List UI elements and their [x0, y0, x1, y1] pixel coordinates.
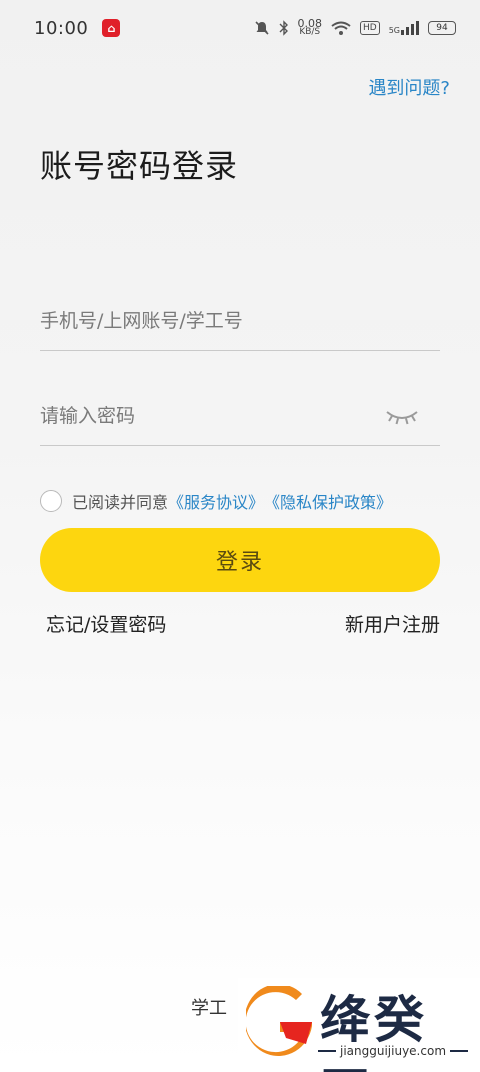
eye-closed-icon[interactable]	[384, 404, 420, 428]
network-type-label: 5G	[388, 26, 400, 35]
footer-text: 学工	[191, 998, 227, 1019]
cellular-signal: 5G	[389, 21, 419, 35]
watermark-url: jiangguijiuye.com	[340, 1044, 447, 1058]
agreement-checkbox[interactable]	[40, 490, 62, 512]
status-bar: 10:00 ⌂ 0.08 KB/S HD 5G 94	[0, 0, 480, 56]
privacy-policy-link[interactable]: 《隐私保护政策》	[264, 489, 392, 513]
battery-level: 94	[436, 23, 448, 33]
watermark: 绛癸网 jiangguijiuye.com	[238, 978, 480, 1072]
signal-bars-icon	[401, 21, 419, 35]
agreement-prefix: 已阅读并同意	[72, 493, 169, 512]
help-link[interactable]: 遇到问题?	[368, 74, 450, 100]
account-field-container	[40, 291, 440, 351]
forgot-password-link[interactable]: 忘记/设置密码	[46, 610, 166, 637]
account-input[interactable]	[40, 309, 440, 332]
net-speed: 0.08 KB/S	[298, 18, 323, 37]
status-time: 10:00	[34, 17, 89, 39]
watermark-logo-icon	[246, 986, 312, 1056]
register-link[interactable]: 新用户注册	[345, 610, 440, 637]
password-input[interactable]	[40, 404, 440, 427]
password-field-container	[40, 386, 440, 446]
login-button[interactable]: 登录	[40, 528, 440, 592]
mute-bell-icon	[254, 21, 269, 35]
page-title: 账号密码登录	[40, 147, 239, 185]
hd-badge: HD	[360, 21, 380, 35]
watermark-name: 绛癸网	[320, 991, 428, 1072]
bluetooth-icon	[279, 20, 288, 36]
agreement-row: 已阅读并同意 《服务协议》 《隐私保护政策》	[40, 489, 392, 513]
service-agreement-link[interactable]: 《服务协议》	[168, 489, 264, 513]
watermark-url-row: jiangguijiuye.com	[318, 1044, 469, 1058]
wifi-icon	[331, 21, 351, 35]
status-icons: 0.08 KB/S HD 5G 94	[254, 18, 456, 37]
home-app-icon: ⌂	[102, 19, 121, 37]
battery-icon: 94	[428, 21, 456, 35]
net-speed-unit: KB/S	[299, 27, 321, 37]
